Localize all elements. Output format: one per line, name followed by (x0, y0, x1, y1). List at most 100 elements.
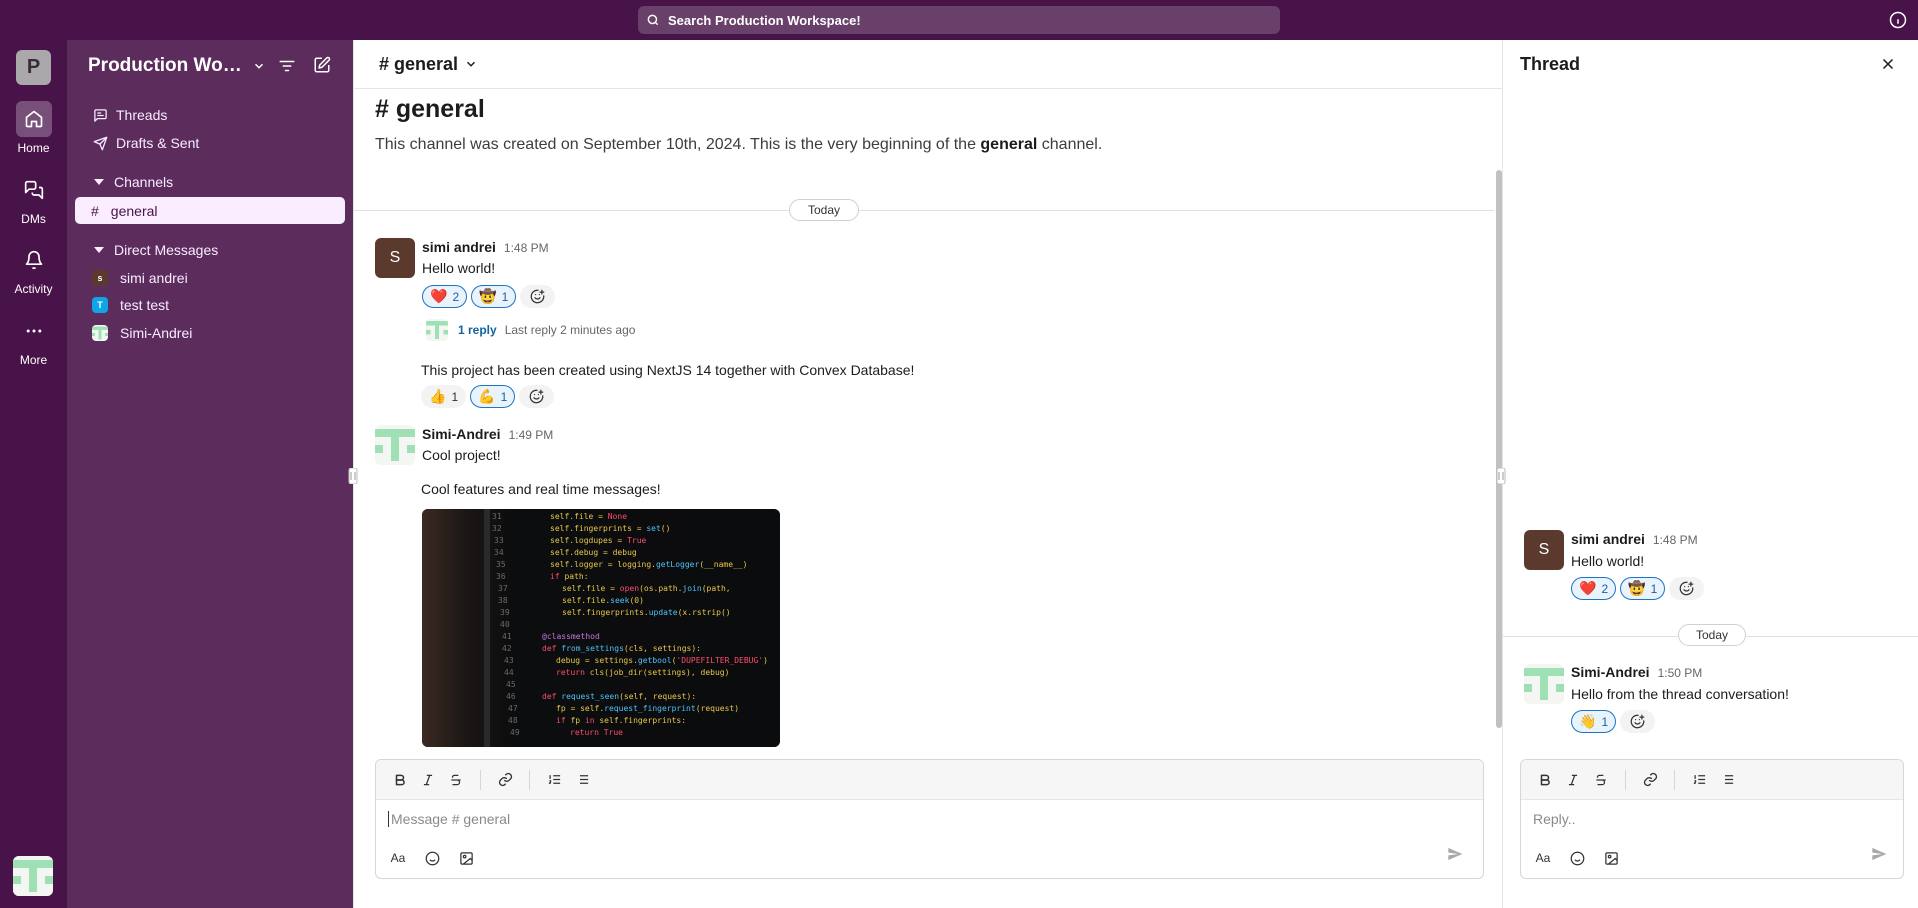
rail-dms-label: DMs (21, 212, 46, 226)
smile-icon[interactable] (1563, 844, 1591, 872)
messages-square-icon (16, 172, 52, 208)
workspace-search[interactable]: Search Production Workspace! (638, 6, 1280, 34)
avatar: T (92, 297, 108, 313)
thread-reply-count[interactable]: 1 reply (458, 323, 497, 337)
resize-handle[interactable] (1496, 468, 1506, 484)
avatar[interactable]: S (375, 238, 415, 278)
italic-icon[interactable] (414, 766, 442, 794)
reaction-heart[interactable]: ❤️ 2 (1571, 577, 1617, 600)
reaction-muscle[interactable]: 💪 1 (470, 385, 516, 408)
day-divider-label: Today (789, 199, 859, 221)
link-icon[interactable] (1636, 766, 1664, 794)
bold-icon[interactable] (1531, 766, 1559, 794)
channel-header-title: # general (379, 53, 459, 74)
user-avatar[interactable] (13, 856, 53, 896)
workspace-switcher[interactable]: P (16, 50, 51, 85)
dm-name: Simi-Andrei (120, 325, 193, 341)
reaction-cowboy[interactable]: 🤠 1 (1620, 577, 1666, 600)
reaction-heart[interactable]: ❤️ 2 (422, 285, 468, 308)
smile-icon[interactable] (418, 844, 446, 872)
formatting-toolbar (376, 760, 1483, 800)
channel-label: general (110, 202, 158, 219)
reaction-wave[interactable]: 👋 1 (1571, 710, 1617, 733)
channel-view: # general # general This channel was cre… (353, 40, 1503, 908)
filter-icon[interactable] (278, 57, 296, 75)
rail-activity-label: Activity (14, 282, 53, 296)
message-text: Hello world! (422, 260, 496, 276)
bold-icon[interactable] (386, 766, 414, 794)
svg-text:44: 44 (504, 668, 514, 677)
toolbar-divider (529, 769, 530, 790)
reaction-cowboy[interactable]: 🤠 1 (471, 285, 517, 308)
message-input[interactable]: Message # general (388, 811, 1468, 827)
message-time: 1:49 PM (508, 428, 554, 442)
reaction-emoji: 🤠 (479, 288, 497, 304)
send-icon[interactable] (1871, 846, 1887, 862)
avatar[interactable] (375, 425, 415, 465)
chevron-down-icon (252, 59, 266, 73)
text-format-icon[interactable]: Aa (1529, 844, 1557, 872)
svg-text:46: 46 (506, 692, 516, 701)
avatar[interactable] (1524, 664, 1564, 704)
rail-dms[interactable]: DMs (0, 172, 67, 226)
resize-handle[interactable] (348, 468, 358, 484)
message-author[interactable]: simi andrei 1:48 PM (422, 239, 549, 255)
dm-name: test test (120, 297, 170, 313)
message-author[interactable]: Simi-Andrei 1:50 PM (1571, 664, 1702, 680)
message-author[interactable]: simi andrei 1:48 PM (1571, 531, 1698, 547)
sidebar-item-general[interactable]: # general (75, 197, 345, 224)
strikethrough-icon[interactable] (442, 766, 470, 794)
svg-text:if fp in self.fingerprints:: if fp in self.fingerprints: (556, 716, 686, 725)
strikethrough-icon[interactable] (1587, 766, 1615, 794)
avatar (92, 325, 108, 341)
avatar (426, 319, 448, 341)
ordered-list-icon[interactable] (1685, 766, 1713, 794)
compose-icon[interactable] (313, 56, 331, 74)
image-icon[interactable] (452, 844, 480, 872)
add-reaction-button[interactable] (520, 285, 556, 308)
rail-home[interactable]: Home (0, 101, 67, 155)
message-image[interactable]: 31 32 33 34 35 36 37 38 39 40 41 42 43 44 45 46 47 48 49 s… (422, 509, 780, 747)
author-name: Simi-Andrei (1571, 664, 1650, 680)
svg-text:40: 40 (500, 620, 510, 629)
workspace-menu[interactable]: Production Workspace! (88, 53, 266, 79)
ordered-list-icon[interactable] (540, 766, 568, 794)
dm-item-test-test[interactable]: T test test (92, 294, 169, 316)
channels-section-label: Channels (114, 174, 174, 190)
reaction-thumbs-up[interactable]: 👍 1 (421, 385, 467, 408)
bullet-list-icon[interactable] (568, 766, 596, 794)
toolbar-divider (1674, 769, 1675, 790)
svg-text:self.debug = debug: self.debug = debug (550, 548, 637, 557)
dm-section-toggle[interactable]: Direct Messages (92, 239, 218, 261)
add-reaction-button[interactable] (519, 385, 555, 408)
reply-input[interactable]: Reply.. (1533, 811, 1893, 827)
sidebar-item-label: Drafts & Sent (116, 135, 200, 151)
image-icon[interactable] (1597, 844, 1625, 872)
dm-item-simi-andrei[interactable]: s simi andrei (92, 267, 188, 289)
sidebar-item-threads[interactable]: Threads (92, 103, 167, 127)
link-icon[interactable] (491, 766, 519, 794)
svg-text:43: 43 (504, 656, 514, 665)
message-author[interactable]: Simi-Andrei 1:49 PM (422, 426, 553, 442)
avatar[interactable]: S (1524, 530, 1564, 570)
reaction-bar: ❤️ 2 🤠 1 (422, 285, 556, 308)
search-label: Search Production Workspace! (668, 12, 861, 28)
add-reaction-button[interactable] (1620, 710, 1656, 733)
svg-text:32: 32 (492, 524, 502, 533)
rail-more[interactable]: More (0, 313, 67, 367)
info-icon[interactable] (1889, 11, 1907, 29)
close-icon[interactable] (1879, 55, 1897, 73)
sidebar-item-drafts[interactable]: Drafts & Sent (92, 131, 199, 155)
channels-section-toggle[interactable]: Channels (92, 171, 173, 193)
bullet-list-icon[interactable] (1713, 766, 1741, 794)
text-format-icon[interactable]: Aa (384, 844, 412, 872)
day-divider-line (354, 210, 1494, 211)
thread-summary[interactable]: 1 reply Last reply 2 minutes ago (426, 319, 635, 341)
italic-icon[interactable] (1559, 766, 1587, 794)
rail-activity[interactable]: Activity (0, 242, 67, 296)
rail-more-label: More (19, 353, 48, 367)
dm-item-simi-andrei-2[interactable]: Simi-Andrei (92, 322, 192, 344)
send-icon[interactable] (1447, 846, 1463, 862)
channel-header[interactable]: # general (354, 40, 1503, 89)
add-reaction-button[interactable] (1669, 577, 1705, 600)
